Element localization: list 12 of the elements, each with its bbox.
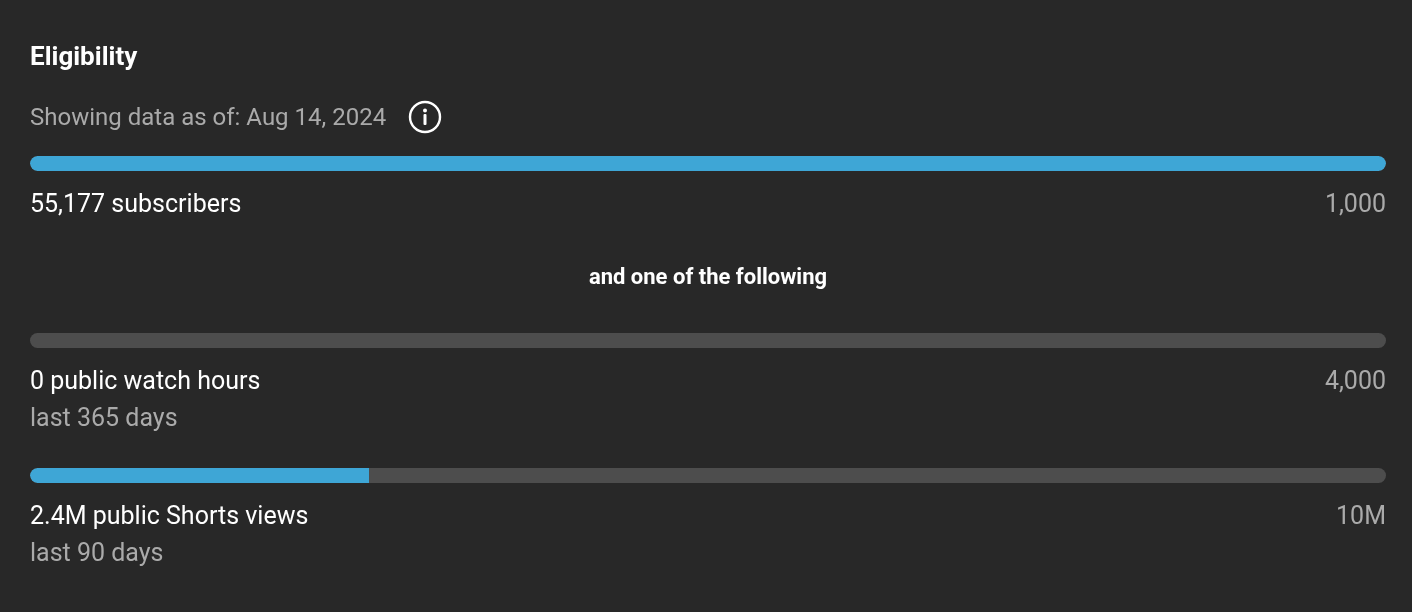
requirement-target: 1,000 bbox=[1324, 188, 1386, 220]
panel-title: Eligibility bbox=[30, 40, 138, 73]
requirement-target: 4,000 bbox=[1324, 365, 1386, 397]
separator-text: and one of the following bbox=[588, 263, 828, 291]
as-of-date: Showing data as of: Aug 14, 2024 bbox=[30, 102, 387, 132]
requirement-period: last 90 days bbox=[30, 537, 164, 569]
requirement-target: 10M bbox=[1336, 500, 1386, 532]
requirement-label: 2.4M public Shorts views bbox=[30, 500, 309, 532]
requirement-period: last 365 days bbox=[30, 402, 178, 434]
requirement-label: 55,177 subscribers bbox=[30, 188, 242, 220]
requirement-label: 0 public watch hours bbox=[30, 365, 261, 397]
info-icon[interactable] bbox=[408, 100, 443, 134]
